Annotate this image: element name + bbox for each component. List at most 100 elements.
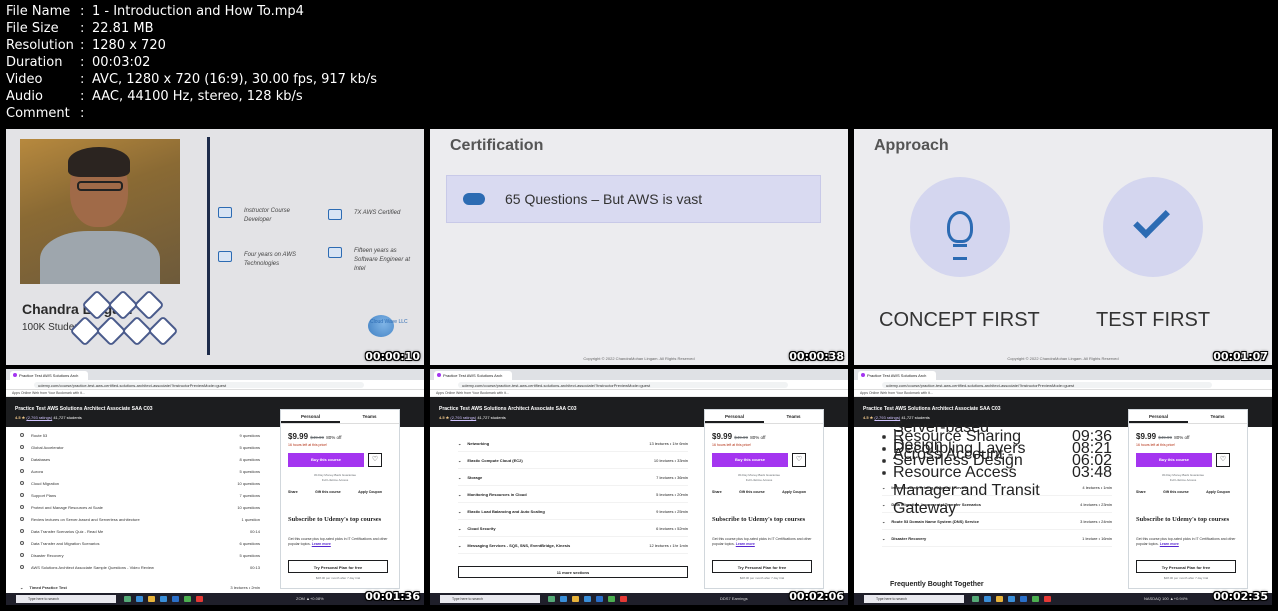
wishlist-heart-icon[interactable]: ♡ [792, 453, 806, 467]
taskbar-app-icon[interactable] [548, 596, 555, 602]
highlight-box: 65 Questions – But AWS is vast [446, 175, 821, 223]
checkmark-icon [1133, 201, 1170, 239]
meta-label: Resolution [6, 38, 74, 53]
tab-teams[interactable]: Teams [764, 410, 823, 423]
taskbar-app-icon[interactable] [184, 596, 191, 602]
tab-teams[interactable]: Teams [340, 410, 399, 423]
taskbar-app-icon[interactable] [196, 596, 203, 602]
taskbar-app-icon[interactable] [1008, 596, 1015, 602]
coupon-link[interactable]: Apply Coupon [358, 490, 382, 494]
share-link[interactable]: Share [1136, 490, 1146, 494]
list-item[interactable]: Protect and Manage Resources at Scale 10 … [20, 501, 260, 513]
url-field[interactable]: udemy.com/course/practice-test-aws-certi… [458, 382, 788, 388]
list-item[interactable]: AWS Solutions Architect Associate Sample… [20, 561, 260, 573]
section-header[interactable]: Messaging Services - SQS, SNS, EventBrid… [458, 537, 688, 554]
slide-title: Approach [874, 137, 949, 154]
address-bar: udemy.com/course/practice-test-aws-certi… [854, 380, 1272, 390]
fact-aws-years: Four years on AWS Technologies [218, 251, 318, 269]
meta-separator: : [80, 72, 85, 87]
taskbar-app-icon[interactable] [560, 596, 567, 602]
timestamp: 00:00:10 [365, 350, 420, 363]
taskbar-app-icon[interactable] [136, 596, 143, 602]
wishlist-heart-icon[interactable]: ♡ [1216, 453, 1230, 467]
gift-link[interactable]: Gift this course [739, 490, 765, 494]
subscribe-heading: Subscribe to Udemy's top courses [1136, 516, 1230, 523]
personal-plan-button[interactable]: Try Personal Plan for free [712, 560, 812, 573]
taskbar-app-icon[interactable] [1032, 596, 1039, 602]
list-item[interactable]: Data Transfer Scenarios Quiz - Read Me 00… [20, 525, 260, 537]
subscribe-text: Get this course plus top-rated picks in … [712, 537, 812, 546]
taskbar-app-icon[interactable] [1020, 596, 1027, 602]
url-field[interactable]: udemy.com/course/practice-test-aws-certi… [882, 382, 1212, 388]
gift-link[interactable]: Gift this course [1163, 490, 1189, 494]
section-header[interactable]: Networking13 lectures • 1hr 6min [458, 435, 688, 452]
section-header[interactable]: Monitoring Resources in Cloud5 lectures … [458, 486, 688, 503]
ratings-link[interactable]: (2,793 ratings) [26, 415, 52, 420]
buy-button[interactable]: Buy this course [288, 453, 364, 467]
thumbnail-4: Practice Test AWS Solutions Arch udemy.c… [6, 369, 424, 605]
tab-personal[interactable]: Personal [705, 410, 764, 423]
taskbar-search[interactable]: Type here to search [864, 595, 964, 603]
taskbar-app-icon[interactable] [620, 596, 627, 602]
section-header[interactable]: Elastic Load Balancing and Auto Scaling9… [458, 503, 688, 520]
list-item[interactable]: Resource Sharing Across Account - Resour… [882, 428, 1112, 517]
coupon-link[interactable]: Apply Coupon [782, 490, 806, 494]
taskbar-search[interactable]: Type here to search [440, 595, 540, 603]
buy-button[interactable]: Buy this course [712, 453, 788, 467]
taskbar-app-icon[interactable] [148, 596, 155, 602]
meta-row: File Name:1 - Introduction and How To.mp… [6, 3, 377, 20]
timestamp: 00:02:06 [789, 590, 844, 603]
meta-label: Video [6, 72, 43, 87]
list-item[interactable]: Cloud Migration 10 questions [20, 477, 260, 489]
list-item[interactable]: Support Plans 7 questions [20, 489, 260, 501]
windows-taskbar: Type here to search DDS7 Earnings [430, 593, 848, 605]
taskbar-app-icon[interactable] [160, 596, 167, 602]
taskbar-app-icon[interactable] [608, 596, 615, 602]
tab-personal[interactable]: Personal [281, 410, 340, 423]
personal-plan-button[interactable]: Try Personal Plan for free [288, 560, 388, 573]
gift-link[interactable]: Gift this course [315, 490, 341, 494]
list-item[interactable]: Data Transfer and Migration Scenarios 6 q… [20, 537, 260, 549]
meta-label: Comment [6, 106, 70, 121]
browser-tab[interactable]: Practice Test AWS Solutions Arch [10, 371, 88, 380]
meta-separator: : [80, 106, 85, 121]
buy-button[interactable]: Buy this course [1136, 453, 1212, 467]
taskbar-app-icon[interactable] [572, 596, 579, 602]
share-link[interactable]: Share [288, 490, 298, 494]
taskbar-app-icon[interactable] [124, 596, 131, 602]
tab-teams[interactable]: Teams [1188, 410, 1247, 423]
taskbar-app-icon[interactable] [172, 596, 179, 602]
wishlist-heart-icon[interactable]: ♡ [368, 453, 382, 467]
list-item[interactable]: Databases 8 questions [20, 453, 260, 465]
personal-plan-button[interactable]: Try Personal Plan for free [1136, 560, 1236, 573]
taskbar-search[interactable]: Type here to search [16, 595, 116, 603]
learn-more-link[interactable]: Learn more [736, 542, 755, 546]
list-item[interactable]: Aurora 5 questions [20, 465, 260, 477]
taskbar-app-icon[interactable] [1044, 596, 1051, 602]
list-item[interactable]: Route 53 9 questions [20, 429, 260, 441]
taskbar-app-icon[interactable] [584, 596, 591, 602]
section-header[interactable]: Cloud Security6 lectures • 52min [458, 520, 688, 537]
more-sections-button[interactable]: 11 more sections [458, 566, 688, 578]
section-header[interactable]: Storage7 lectures • 36min [458, 469, 688, 486]
browser-tab[interactable]: Practice Test AWS Solutions Arch [858, 371, 936, 380]
share-link[interactable]: Share [712, 490, 722, 494]
browser-tab[interactable]: Practice Test AWS Solutions Arch [434, 371, 512, 380]
meta-separator: : [80, 21, 85, 36]
coupon-link[interactable]: Apply Coupon [1206, 490, 1230, 494]
taskbar-app-icon[interactable] [984, 596, 991, 602]
ratings-link[interactable]: (2,793 ratings) [450, 415, 476, 420]
section-header[interactable]: Disaster Recovery1 lecture • 16min [882, 530, 1112, 547]
learn-more-link[interactable]: Learn more [312, 542, 331, 546]
taskbar-app-icon[interactable] [596, 596, 603, 602]
list-item[interactable]: Global Accelerator 5 questions [20, 441, 260, 453]
section-header[interactable]: Elastic Compute Cloud (EC2)10 lectures •… [458, 452, 688, 469]
list-item[interactable]: Review lectures on Server-based and Serv… [20, 513, 260, 525]
list-item[interactable]: Disaster Recovery 5 questions [20, 549, 260, 561]
url-field[interactable]: udemy.com/course/practice-test-aws-certi… [34, 382, 364, 388]
taskbar-app-icon[interactable] [996, 596, 1003, 602]
tab-personal[interactable]: Personal [1129, 410, 1188, 423]
test-circle [1103, 177, 1203, 277]
learn-more-link[interactable]: Learn more [1160, 542, 1179, 546]
taskbar-app-icon[interactable] [972, 596, 979, 602]
